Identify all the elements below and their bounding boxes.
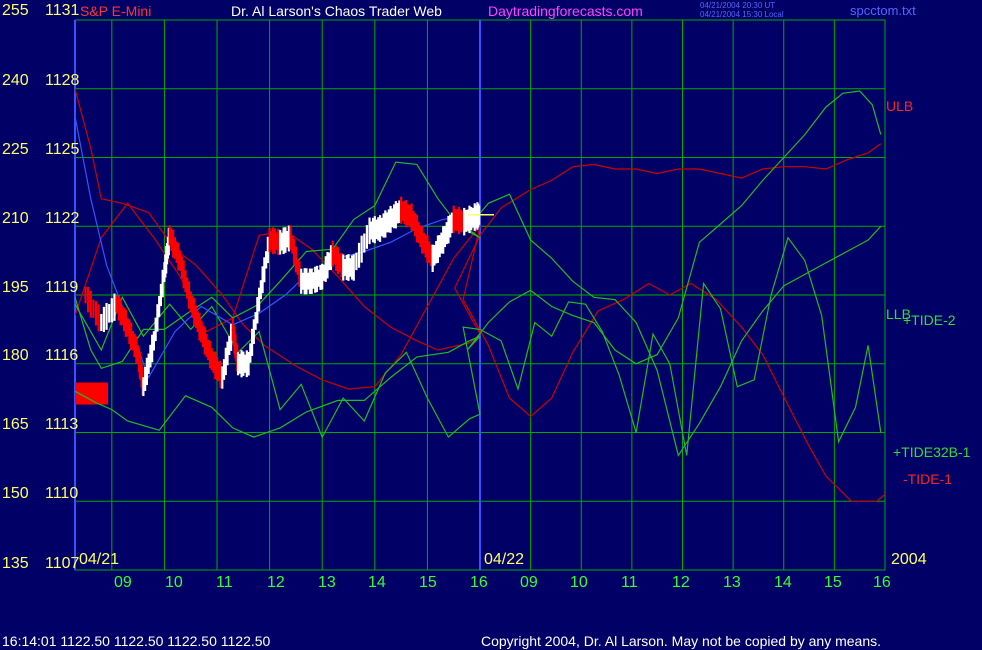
x-tick-hour: 10 <box>165 574 183 591</box>
y-tick-price: 1119 <box>45 279 79 296</box>
x-tick-hour: 15 <box>824 574 842 591</box>
y-tick-left: 150 <box>2 485 29 502</box>
x-tick-hour: 13 <box>318 574 336 591</box>
x-tick-hour: 16 <box>470 574 488 591</box>
y-tick-left: 195 <box>2 279 29 296</box>
chart-title: Dr. Al Larson's Chaos Trader Web <box>231 3 442 19</box>
y-tick-price: 1131 <box>45 2 80 19</box>
x-tick-hour: 12 <box>672 574 690 591</box>
label-tide32b-1: +TIDE32B-1 <box>893 444 971 460</box>
x-tick-hour: 09 <box>520 574 538 591</box>
x-tick-hour: 14 <box>774 574 792 591</box>
x-tick-hour: 14 <box>368 574 386 591</box>
y-tick-left: 180 <box>2 347 29 364</box>
y-tick-left: 135 <box>2 555 29 572</box>
y-tick-price: 1122 <box>45 210 80 227</box>
y-tick-left: 255 <box>2 2 29 19</box>
label-ulb: ULB <box>886 98 914 114</box>
y-tick-price: 1125 <box>45 141 80 158</box>
timestamp-local: 04/21/2004 15:30 Local <box>700 10 784 19</box>
y-tick-left: 210 <box>2 210 29 227</box>
copyright: Copyright 2004, Dr. Al Larson. May not b… <box>481 633 882 649</box>
x-tick-hour: 16 <box>873 574 891 591</box>
day-label-0422: 04/22 <box>484 551 525 568</box>
x-tick-hour: 09 <box>114 574 132 591</box>
year-label: 2004 <box>891 551 927 568</box>
x-tick-hour: 10 <box>570 574 588 591</box>
x-tick-hour: 15 <box>419 574 437 591</box>
y-tick-left: 225 <box>2 141 29 158</box>
y-tick-price: 1107 <box>45 555 80 572</box>
y-tick-price: 1128 <box>45 72 80 89</box>
instrument-label: S&P E-Mini <box>80 3 152 19</box>
file-name: spcctom.txt <box>850 3 916 18</box>
label-tide-2: +TIDE-2 <box>903 312 956 328</box>
y-tick-price: 1113 <box>45 416 79 433</box>
quote-readout: 16:14:01 1122.50 1122.50 1122.50 1122.50 <box>2 633 271 649</box>
y-tick-price: 1110 <box>45 485 79 502</box>
x-tick-hour: 11 <box>621 574 638 591</box>
label-tide-1: -TIDE-1 <box>903 471 952 487</box>
timestamp-ut: 04/21/2004 20:30 UT <box>700 1 776 10</box>
x-tick-hour: 12 <box>267 574 285 591</box>
x-tick-hour: 13 <box>723 574 741 591</box>
y-tick-left: 165 <box>2 416 29 433</box>
site-link[interactable]: Daytradingforecasts.com <box>488 4 643 18</box>
x-tick-hour: 11 <box>216 574 233 591</box>
y-tick-left: 240 <box>2 72 29 89</box>
day-label-0421: 04/21 <box>79 551 120 568</box>
y-tick-price: 1116 <box>45 347 79 364</box>
